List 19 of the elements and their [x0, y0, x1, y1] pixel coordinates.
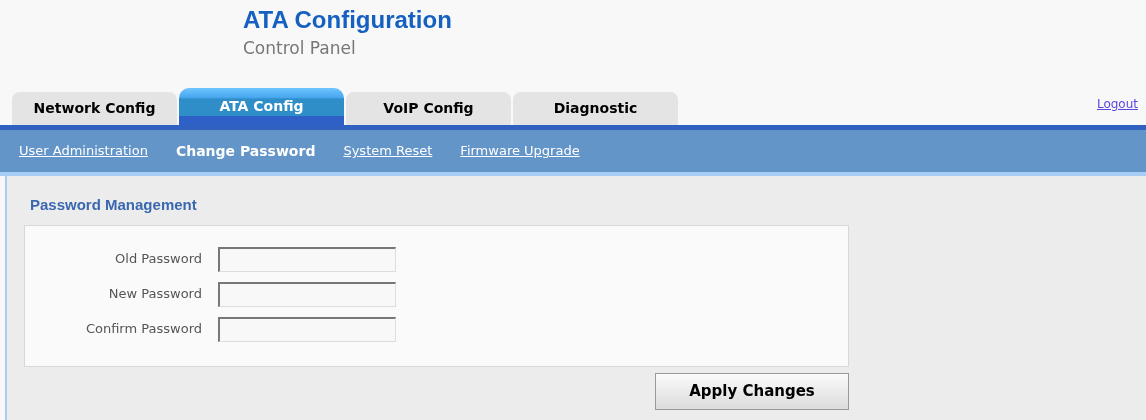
field-label: Confirm Password	[84, 320, 203, 339]
nav-tab[interactable]: Network Config	[12, 92, 177, 125]
subnav-link[interactable]: System Reset	[343, 141, 433, 161]
password-field[interactable]	[218, 246, 396, 272]
subnav-link[interactable]: User Administration	[19, 141, 148, 161]
page-title: ATA Configuration	[243, 5, 452, 35]
page-subtitle: Control Panel	[243, 37, 356, 60]
password-field[interactable]	[218, 316, 396, 342]
nav-tab[interactable]: ATA Config	[179, 88, 344, 125]
nav-tab[interactable]: Diagnostic	[513, 92, 678, 125]
logout-link[interactable]: Logout	[1096, 95, 1138, 113]
apply-changes-button[interactable]: Apply Changes	[655, 372, 849, 410]
subnav-link[interactable]: Change Password	[175, 140, 316, 162]
nav-tab[interactable]: VoIP Config	[346, 92, 511, 125]
field-label: Old Password	[114, 250, 203, 269]
subnav-link[interactable]: Firmware Upgrade	[460, 141, 580, 161]
password-field[interactable]	[218, 281, 396, 307]
section-title: Password Management	[30, 195, 197, 215]
field-label: New Password	[107, 285, 203, 304]
